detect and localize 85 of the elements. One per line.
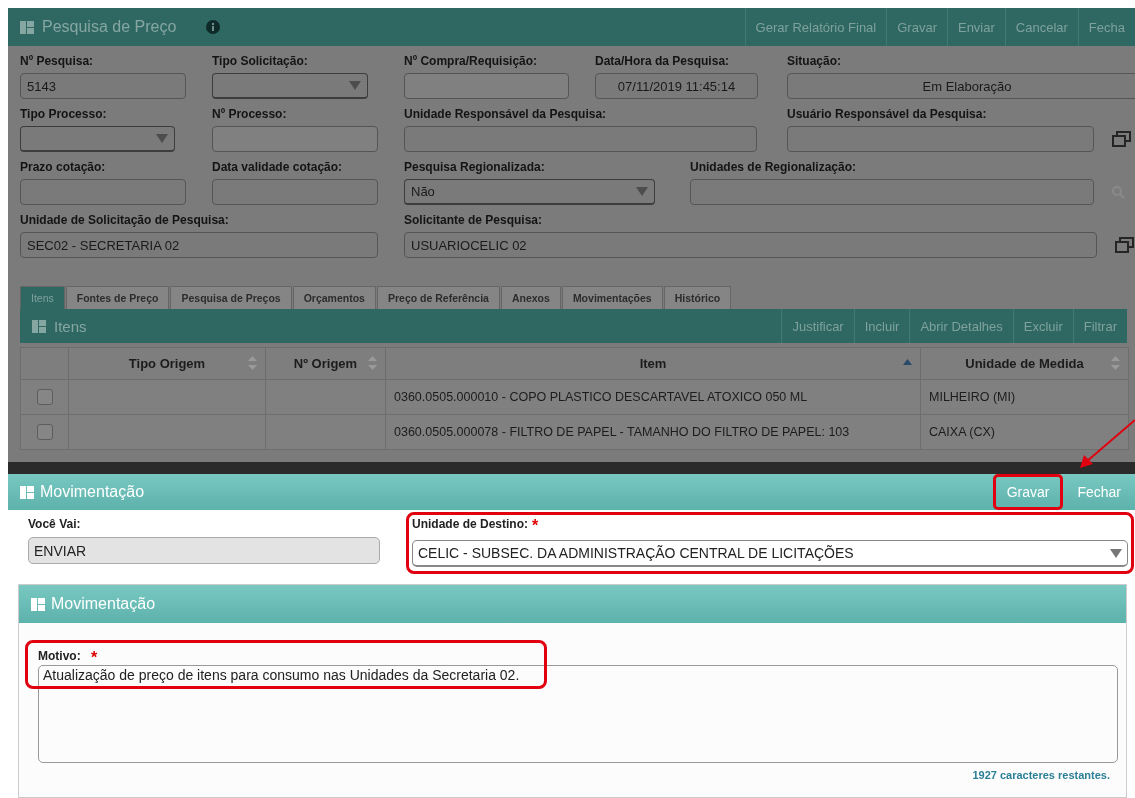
table-cell: MILHEIRO (MI) <box>920 379 1129 415</box>
character-counter: 1927 caracteres restantes. <box>972 769 1110 781</box>
input-field[interactable] <box>20 179 186 205</box>
field-label: Data/Hora da Pesquisa: <box>595 54 730 69</box>
input-field[interactable]: ENVIAR <box>28 537 380 564</box>
toolbar-button[interactable]: Gravar <box>886 8 947 46</box>
toolbar-button[interactable]: Gerar Relatório Final <box>744 8 887 46</box>
field-label: Usuário Responsável da Pesquisa: <box>787 107 987 122</box>
panel-icon <box>20 485 34 499</box>
field-label: Prazo cotação: <box>20 160 106 175</box>
panel-icon <box>32 319 46 333</box>
section-title: Movimentação <box>51 595 156 613</box>
input-field[interactable] <box>212 179 378 205</box>
input-field[interactable] <box>690 179 1094 205</box>
field-label: Unidades de Regionalização: <box>690 160 857 175</box>
tab[interactable]: Movimentações <box>561 286 663 309</box>
popup-icon[interactable] <box>1115 236 1135 254</box>
required-mark: * <box>91 649 98 667</box>
tab[interactable]: Fontes de Preço <box>65 286 170 309</box>
dropdown[interactable]: Não <box>404 179 655 205</box>
dialog-button[interactable]: Gravar <box>992 474 1064 510</box>
tab[interactable]: Itens <box>20 286 65 309</box>
table-cell: 0360.0505.000078 - FILTRO DE PAPEL - TAMANHO DO FILTRO DE PAPEL: 103 <box>385 414 921 450</box>
field-label: Unidade Responsável da Pesquisa: <box>404 107 607 122</box>
input-field[interactable] <box>787 126 1094 152</box>
toolbar-button[interactable]: Fecha <box>1077 8 1135 46</box>
tab[interactable]: Preço de Referência <box>376 286 500 309</box>
tab[interactable]: Histórico <box>663 286 732 309</box>
panel-icon <box>31 597 45 611</box>
table-cell: 0360.0505.000010 - COPO PLASTICO DESCARTAVEL ATOXICO 050 ML <box>385 379 921 415</box>
caret-icon <box>156 134 168 143</box>
tab[interactable]: Anexos <box>500 286 561 309</box>
toolbar-button[interactable]: Enviar <box>946 8 1005 46</box>
field-label: Data validade cotação: <box>212 160 343 175</box>
input-field[interactable]: USUARIOCELIC 02 <box>404 232 1097 258</box>
popup-icon[interactable] <box>1112 130 1132 148</box>
field-label: Unidade de Solicitação de Pesquisa: <box>20 213 229 228</box>
column-header[interactable]: Nº Origem <box>265 347 386 380</box>
panel-icon <box>20 20 34 34</box>
caret-icon <box>1110 548 1122 558</box>
toolbar-button[interactable]: Justificar <box>781 309 854 343</box>
input-field[interactable]: 5143 <box>20 73 186 99</box>
field-label: Unidade de Destino: <box>412 517 528 532</box>
dropdown[interactable] <box>20 126 175 152</box>
tab[interactable]: Pesquisa de Preços <box>170 286 292 309</box>
field-label: Você Vai: <box>28 517 81 532</box>
section-title: Itens <box>54 317 87 335</box>
field-label: Motivo: <box>38 649 81 664</box>
text-area[interactable]: Atualização de preço de itens para consumo nas Unidades da Secretaria 02. <box>38 665 1118 763</box>
required-mark: * <box>532 517 539 535</box>
caret-icon <box>349 81 361 90</box>
input-field[interactable]: SEC02 - SECRETARIA 02 <box>20 232 378 258</box>
dropdown[interactable]: CELIC - SUBSEC. DA ADMINISTRAÇÃO CENTRAL DE LICITAÇÕES <box>412 540 1128 567</box>
field-label: Nº Compra/Requisição: <box>404 54 538 69</box>
toolbar-button[interactable]: Cancelar <box>1004 8 1078 46</box>
table-cell: CAIXA (CX) <box>920 414 1129 450</box>
field-label: Solicitante de Pesquisa: <box>404 213 543 228</box>
dropdown[interactable] <box>212 73 368 99</box>
info-icon[interactable] <box>206 20 221 34</box>
field-label: Situação: <box>787 54 841 69</box>
toolbar-button[interactable]: Incluir <box>853 309 910 343</box>
input-field[interactable] <box>404 126 757 152</box>
field-label: Nº Pesquisa: <box>20 54 94 69</box>
field-label: Tipo Processo: <box>20 107 107 122</box>
toolbar-button[interactable]: Abrir Detalhes <box>909 309 1013 343</box>
panel-title: Pesquisa de Preço <box>42 18 177 36</box>
field-label: Pesquisa Regionalizada: <box>404 160 545 175</box>
annotation-arrow <box>1078 418 1135 470</box>
toolbar-button[interactable]: Excluir <box>1012 309 1073 343</box>
input-field[interactable] <box>212 126 378 152</box>
input-field[interactable] <box>404 73 569 99</box>
field-label: Tipo Solicitação: <box>212 54 308 69</box>
dialog-title: Movimentação <box>40 483 145 501</box>
column-header[interactable]: Unidade de Medida <box>920 347 1129 380</box>
toolbar-button[interactable]: Filtrar <box>1072 309 1127 343</box>
dialog-button[interactable]: Fechar <box>1063 474 1135 510</box>
tab[interactable]: Orçamentos <box>292 286 376 309</box>
caret-icon <box>636 187 648 196</box>
column-header[interactable]: Tipo Origem <box>68 347 266 380</box>
input-field[interactable]: 07/11/2019 11:45:14 <box>595 73 758 99</box>
checkbox[interactable] <box>36 424 53 440</box>
column-header[interactable]: Item <box>385 347 921 380</box>
input-field[interactable]: Em Elaboração <box>787 73 1135 99</box>
field-label: Nº Processo: <box>212 107 287 122</box>
checkbox[interactable] <box>36 389 53 405</box>
